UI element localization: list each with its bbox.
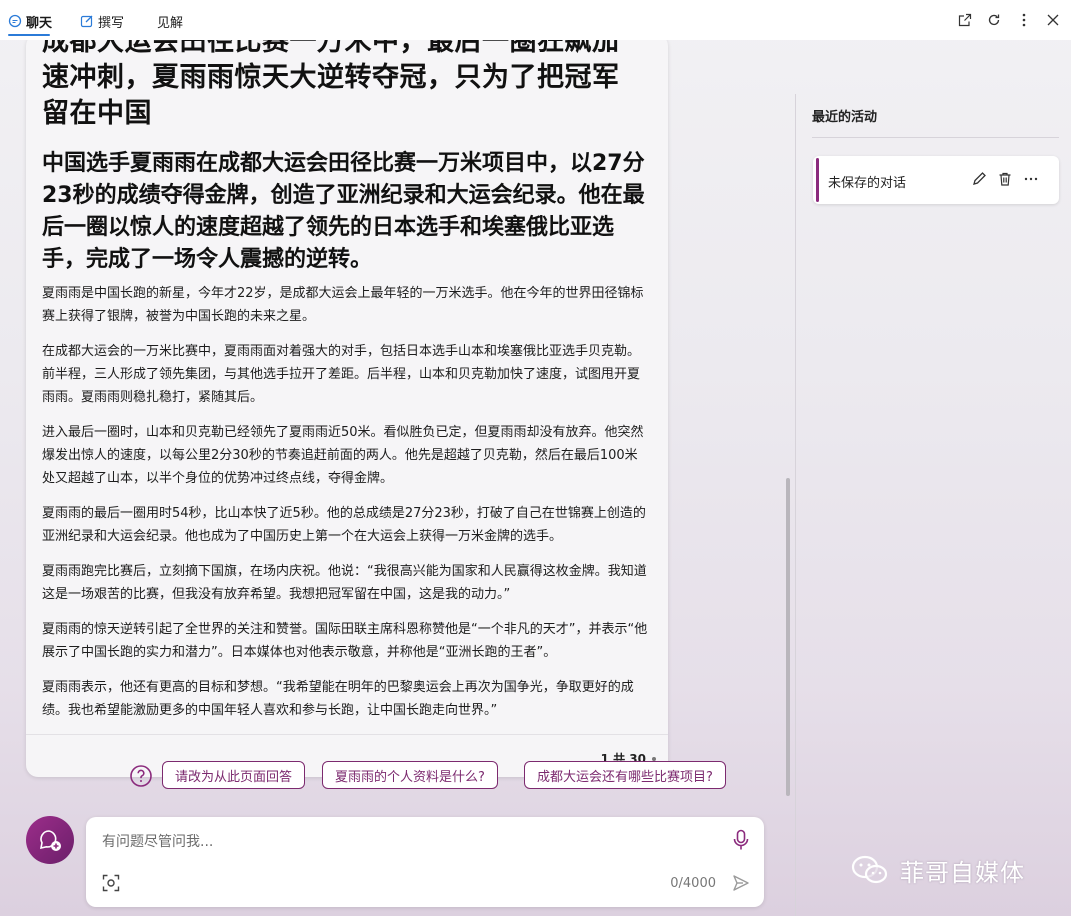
article-paragraph: 夏雨雨跑完比赛后，立刻摘下国旗，在场内庆祝。他说：“我很高兴能为国家和人民赢得这… — [42, 564, 647, 602]
chat-area: 成都大运会田径比赛一万米中，最后一圈狂飙加速冲刺，夏雨雨惊天大逆转夺冠，只为了把… — [0, 40, 796, 916]
chat-input[interactable] — [102, 829, 702, 855]
question-icon — [130, 765, 152, 787]
close-icon — [1047, 14, 1059, 26]
card-divider — [26, 734, 668, 735]
tab-compose-label: 撰写 — [98, 15, 125, 31]
wechat-logo-icon — [851, 855, 888, 884]
panel-separator — [812, 137, 1059, 138]
tab-compose[interactable]: 撰写 — [80, 12, 125, 31]
article-body: 夏雨雨是中国长跑的新星，今年才22岁，是成都大运会上最年轻的一万米选手。他在今年… — [42, 282, 648, 734]
article-title: 成都大运会田径比赛一万米中，最后一圈狂飙加速冲刺，夏雨雨惊天大逆转夺冠，只为了把… — [42, 40, 620, 129]
chat-scrollbar[interactable] — [786, 478, 790, 796]
watermark-text: 菲哥自媒体 — [900, 858, 1025, 887]
new-topic-icon — [39, 830, 61, 851]
tab-insights-label: 见解 — [157, 15, 184, 31]
suggestion-chip[interactable]: 请改为从此页面回答 — [162, 761, 306, 789]
microphone-icon[interactable] — [732, 829, 750, 851]
article-paragraph: 在成都大运会的一万米比赛中，夏雨雨面对着强大的对手，包括日本选手山本和埃塞俄比亚… — [42, 344, 641, 405]
refresh-icon — [988, 14, 1000, 26]
tab-chat-label: 聊天 — [26, 15, 53, 31]
panel-divider — [795, 94, 796, 916]
more-icon — [1022, 13, 1026, 27]
article-paragraph: 夏雨雨的惊天逆转引起了全世界的关注和赞誉。国际田联主席科恩称赞他是“一个非凡的天… — [42, 622, 648, 660]
new-topic-button[interactable] — [26, 816, 74, 864]
article-subtitle: 中国选手夏雨雨在成都大运会田径比赛一万米项目中，以27分23秒的成绩夺得金牌，创… — [42, 151, 645, 272]
compose-icon — [80, 15, 93, 28]
more-button[interactable] — [1016, 12, 1032, 28]
send-icon[interactable] — [732, 874, 750, 892]
article-paragraph: 进入最后一圈时，山本和贝克勒已经领先了夏雨雨近50米。看似胜负已定，但夏雨雨却没… — [42, 425, 644, 486]
refresh-button[interactable] — [986, 12, 1002, 28]
open-external-icon — [958, 13, 972, 27]
tab-insights[interactable]: 见解 — [157, 12, 184, 31]
more-options-icon[interactable] — [1023, 171, 1039, 187]
close-button[interactable] — [1045, 12, 1061, 28]
top-bar: 聊天 撰写 见解 — [0, 0, 1071, 40]
composer: 0/4000 — [86, 817, 764, 907]
recent-activity-item[interactable]: 未保存的对话 — [813, 156, 1059, 204]
recent-activity-title: 最近的活动 — [812, 110, 878, 125]
char-count: 0/4000 — [670, 876, 716, 891]
suggestion-chip[interactable]: 夏雨雨的个人资料是什么? — [322, 761, 498, 789]
recent-activity-label: 未保存的对话 — [828, 176, 907, 191]
screenshot-icon[interactable] — [102, 874, 120, 892]
open-external-button[interactable] — [957, 12, 973, 28]
article-paragraph: 夏雨雨表示，他还有更高的目标和梦想。“我希望能在明年的巴黎奥运会上再次为国争光，… — [42, 680, 634, 718]
status-dot — [652, 756, 656, 761]
delete-icon[interactable] — [997, 171, 1013, 187]
tab-chat[interactable]: 聊天 — [8, 12, 53, 31]
article-paragraph: 夏雨雨的最后一圈用时54秒，比山本快了近5秒。他的总成绩是27分23秒，打破了自… — [42, 506, 646, 544]
active-tab-indicator — [8, 34, 50, 36]
suggestion-chip[interactable]: 成都大运会还有哪些比赛项目? — [524, 761, 726, 789]
watermark: 菲哥自媒体 — [850, 850, 1050, 890]
chat-icon — [8, 14, 22, 28]
response-card: 成都大运会田径比赛一万米中，最后一圈狂飙加速冲刺，夏雨雨惊天大逆转夺冠，只为了把… — [26, 40, 668, 777]
active-indicator — [816, 158, 819, 202]
rename-icon[interactable] — [971, 171, 987, 187]
article-paragraph: 夏雨雨是中国长跑的新星，今年才22岁，是成都大运会上最年轻的一万米选手。他在今年… — [42, 286, 644, 324]
